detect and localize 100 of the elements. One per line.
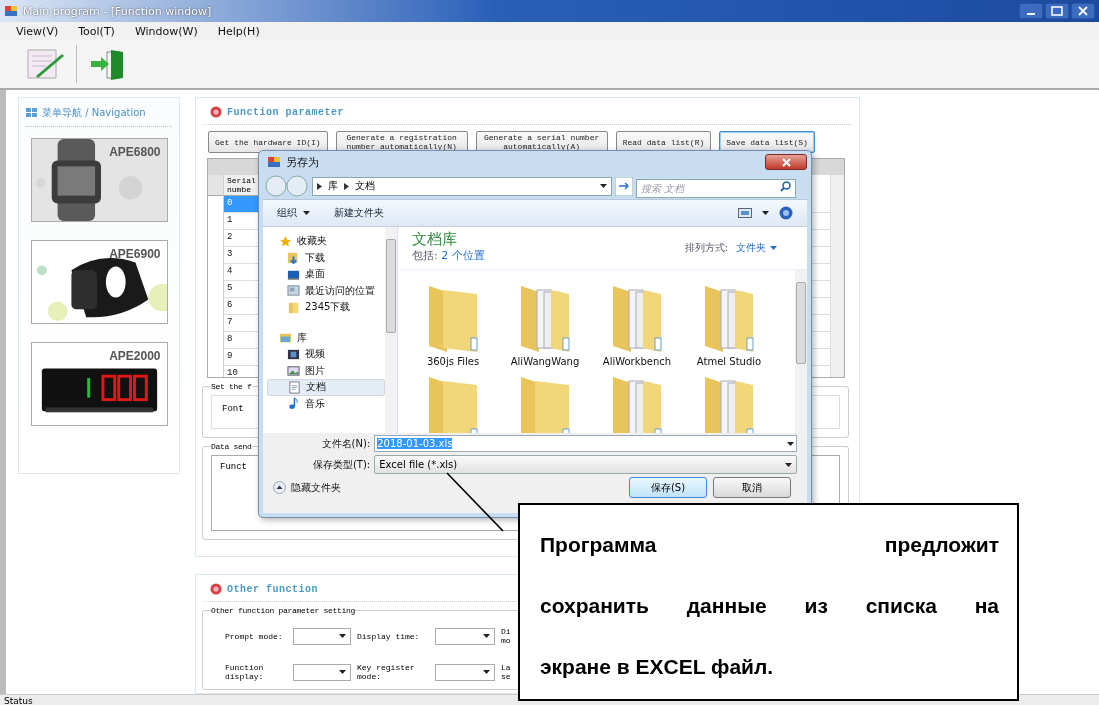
dropdown-caret-icon (339, 670, 346, 674)
action-button[interactable]: Read data list(R) (615, 131, 712, 153)
product-tile[interactable]: APE6900 (30, 240, 168, 324)
dialog-button[interactable]: 取消 (713, 477, 791, 498)
document-icon (288, 380, 301, 394)
tree-item[interactable]: 视频 (267, 346, 385, 363)
folder-name[interactable]: 360js Files (426, 356, 480, 367)
dropdown-field[interactable] (435, 627, 495, 645)
field-label: Key register mode: (357, 663, 416, 681)
product-label: APE2000 (109, 349, 161, 363)
help-icon (210, 583, 222, 595)
grid-icon (26, 108, 38, 118)
tree-item[interactable]: 收藏夹 (267, 233, 385, 250)
window-icon (267, 155, 281, 169)
maximize-button[interactable] (1045, 3, 1069, 19)
dropdown-caret-icon (483, 670, 490, 674)
hide-folders-toggle[interactable]: 隐藏文件夹 (273, 480, 341, 495)
action-button[interactable]: Generate a registration number automatically(N) (335, 131, 468, 153)
close-button[interactable] (1071, 3, 1095, 19)
menu-item[interactable]: View(V) (8, 23, 67, 39)
field-label: La se (501, 663, 512, 681)
folder-name[interactable]: AliWangWang (510, 356, 580, 367)
app-icon (4, 4, 18, 18)
field-label: Function display: (225, 663, 265, 681)
locations-link[interactable]: 2 个位置 (441, 249, 485, 262)
back-forward-buttons[interactable] (265, 175, 309, 197)
search-field[interactable]: 搜索 文档 (636, 178, 796, 198)
close-button[interactable] (765, 154, 807, 170)
help-icon[interactable] (779, 206, 793, 220)
refresh-icon[interactable] (615, 176, 633, 196)
navigation-title: 菜单导航 / Navigation (42, 106, 146, 120)
dropdown-caret-icon (303, 211, 310, 215)
tree-item[interactable]: 音乐 (267, 395, 385, 412)
tree-item[interactable]: 图片 (267, 362, 385, 379)
view-icon[interactable] (738, 208, 752, 218)
dialog-title: 另存为 (286, 154, 319, 170)
dropdown-field[interactable] (293, 627, 351, 645)
dropdown-field[interactable] (435, 663, 495, 681)
folder-name[interactable]: Atmel Studio (696, 356, 762, 367)
tree-item[interactable]: 最近访问的位置 (267, 282, 385, 299)
chevron-icon (317, 182, 322, 190)
scrollbar[interactable] (830, 175, 844, 377)
window-title: Main program - [Function window] (23, 4, 212, 18)
address-bar[interactable]: 库 文档 (312, 176, 612, 196)
download-folder-icon (287, 251, 300, 265)
minimize-button[interactable] (1019, 3, 1043, 19)
breadcrumb-item[interactable]: 文档 (355, 179, 375, 193)
group-label: Set the f (211, 382, 252, 391)
field-label: Font (222, 404, 244, 414)
dropdown-caret-icon (600, 184, 607, 188)
file-type-dropdown[interactable]: Excel file (*.xls) (374, 455, 797, 474)
action-button[interactable]: Get the hardware ID(I) (208, 131, 328, 153)
image-icon (287, 364, 300, 378)
scrollbar[interactable] (385, 227, 397, 433)
action-button[interactable]: Generate a serial number automatically(A) (475, 131, 608, 153)
recent-places-icon (287, 284, 300, 298)
organize-menu[interactable]: 组织 (277, 206, 310, 220)
library-title: 文档库 (412, 231, 458, 248)
group-label: Data send (211, 442, 252, 451)
music-note-icon (287, 397, 300, 411)
callout-text: Программа предложит сохранить данные из списка на экране в EXCEL файл. (540, 533, 999, 680)
arrange-dropdown[interactable]: 文件夹 (736, 241, 777, 255)
group-label: Other function parameter setting (211, 606, 356, 615)
includes-label: 包括: (412, 249, 438, 262)
tree-item[interactable]: 2345下载 (267, 299, 385, 316)
edit-document-icon[interactable] (24, 46, 66, 82)
dropdown-caret-icon (785, 462, 792, 467)
dropdown-caret-icon (339, 634, 346, 638)
dropdown-caret-icon (770, 246, 777, 250)
folder-name[interactable]: AliWorkbench (602, 356, 672, 367)
dialog-button[interactable]: 保存(S) (629, 477, 707, 498)
chevron-icon (344, 182, 349, 190)
help-icon (210, 106, 222, 118)
field-label: Funct (220, 462, 247, 472)
new-folder-button[interactable]: 新建文件夹 (334, 206, 384, 220)
panel-title: Function parameter (227, 106, 345, 118)
field-label: Display time: (357, 631, 421, 641)
dropdown-caret-icon (483, 634, 490, 638)
breadcrumb-item[interactable]: 库 (328, 179, 338, 193)
menu-item[interactable]: Window(W) (126, 23, 206, 39)
scrollbar[interactable] (795, 270, 807, 433)
film-icon (287, 347, 300, 361)
tree-item[interactable]: 桌面 (267, 266, 385, 283)
close-icon (781, 157, 791, 167)
dropdown-caret-icon (762, 211, 769, 215)
dropdown-field[interactable] (293, 663, 351, 681)
product-label: APE6900 (109, 247, 161, 261)
collapse-icon (273, 481, 286, 494)
tree-item[interactable]: 文档 (267, 379, 385, 396)
tree-item[interactable]: 下载 (267, 249, 385, 266)
product-tile[interactable]: APE2000 (30, 342, 168, 426)
tree-item[interactable]: 库 (267, 329, 385, 346)
product-tile[interactable]: APE6800 (30, 138, 168, 222)
star-icon (279, 234, 292, 248)
panel-title: Other function (227, 583, 318, 595)
menu-item[interactable]: Help(H) (209, 23, 268, 39)
arrange-label: 排列方式: (684, 241, 728, 255)
action-button[interactable]: Save data list(S) (719, 131, 815, 153)
search-icon (780, 180, 791, 192)
menu-item[interactable]: Tool(T) (70, 23, 123, 39)
